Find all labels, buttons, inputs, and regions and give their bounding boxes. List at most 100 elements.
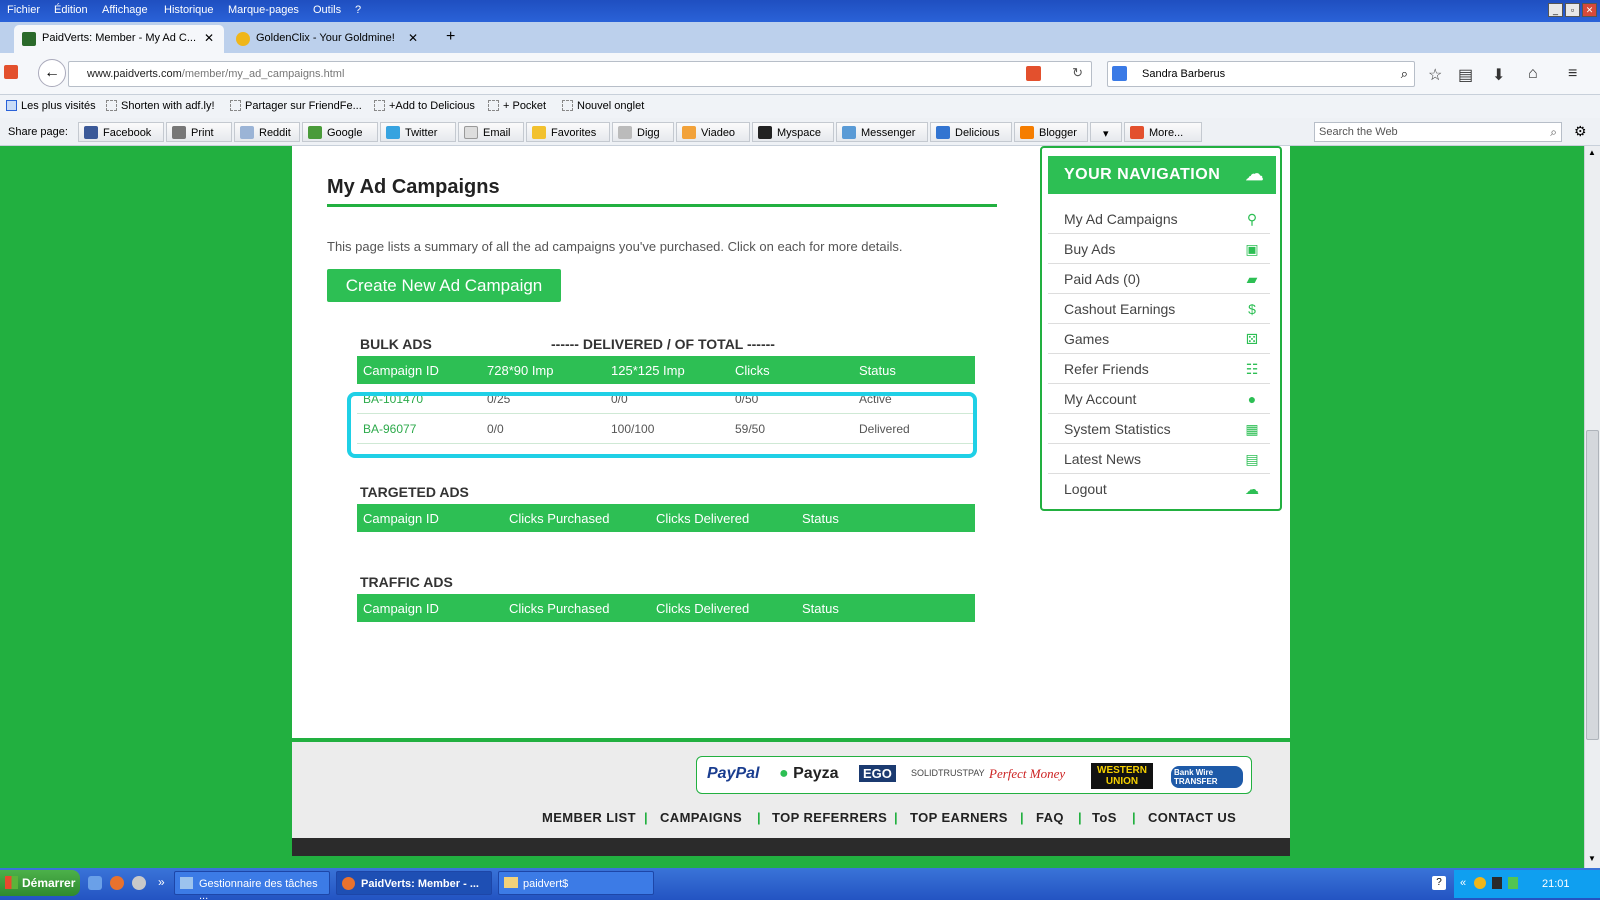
- quicklaunch-ie-icon[interactable]: [88, 876, 102, 890]
- help-icon[interactable]: ?: [1432, 876, 1446, 890]
- bookmark-delicious[interactable]: +Add to Delicious: [374, 100, 475, 112]
- quicklaunch-firefox-icon[interactable]: [110, 876, 124, 890]
- sidebar-item-paid-ads[interactable]: Paid Ads (0) ▰: [1048, 264, 1270, 294]
- web-search-input[interactable]: Search the Web ⌕: [1314, 122, 1562, 142]
- bookmark-most-visited[interactable]: Les plus visités: [6, 100, 96, 112]
- western-union-logo: WESTERN UNION: [1091, 763, 1153, 789]
- tray-network-icon[interactable]: [1508, 877, 1518, 889]
- task-gestionnaire[interactable]: Gestionnaire des tâches ...: [174, 871, 330, 900]
- bookmark-adfly[interactable]: Shorten with adf.ly!: [106, 100, 215, 112]
- task-label: Gestionnaire des tâches ...: [199, 878, 318, 900]
- tab-goldenclix[interactable]: GoldenClix - Your Goldmine! ✕: [228, 25, 428, 53]
- share-myspace-button[interactable]: Myspace: [752, 122, 834, 142]
- search-icon[interactable]: ⌕: [1401, 66, 1408, 82]
- menu-help[interactable]: ?: [355, 4, 361, 16]
- sidebar-item-logout[interactable]: Logout ☁: [1048, 474, 1270, 504]
- scrollbar-thumb[interactable]: [1586, 430, 1599, 740]
- menu-fichier[interactable]: Fichier: [7, 4, 40, 16]
- footer-link-member-list[interactable]: MEMBER LIST: [542, 810, 636, 825]
- url-domain: www.paidverts.com: [87, 68, 182, 80]
- share-email-button[interactable]: Email: [458, 122, 524, 142]
- create-campaign-button[interactable]: Create New Ad Campaign: [327, 269, 561, 302]
- maximize-button[interactable]: ▫: [1565, 3, 1580, 17]
- share-dropdown-button[interactable]: ▾: [1090, 122, 1122, 142]
- tray-app-icon[interactable]: [1474, 877, 1486, 889]
- bookmark-label: Partager sur FriendFe...: [245, 100, 362, 112]
- share-blogger-button[interactable]: Blogger: [1014, 122, 1088, 142]
- sidebar-item-system-statistics[interactable]: System Statistics ▦: [1048, 414, 1270, 444]
- sidebar-item-refer-friends[interactable]: Refer Friends ☷: [1048, 354, 1270, 384]
- footer-link-faq[interactable]: FAQ: [1036, 810, 1064, 825]
- bookmark-pocket[interactable]: + Pocket: [488, 100, 546, 112]
- share-messenger-button[interactable]: Messenger: [836, 122, 928, 142]
- footer-link-campaigns[interactable]: CAMPAIGNS: [660, 810, 742, 825]
- scroll-down-icon[interactable]: ▼: [1588, 854, 1596, 863]
- tab-paidverts[interactable]: PaidVerts: Member - My Ad C... ✕: [14, 25, 224, 53]
- share-more-button[interactable]: More...: [1124, 122, 1202, 142]
- scroll-up-icon[interactable]: ▲: [1588, 148, 1596, 157]
- tray-expand-icon[interactable]: «: [1460, 877, 1466, 889]
- share-button-label: More...: [1149, 127, 1184, 139]
- share-favorites-button[interactable]: Favorites: [526, 122, 610, 142]
- sidebar-item-latest-news[interactable]: Latest News ▤: [1048, 444, 1270, 474]
- task-paidvert-folder[interactable]: paidvert$: [498, 871, 654, 895]
- traffic-ads-title: TRAFFIC ADS: [360, 574, 453, 590]
- tray-volume-icon[interactable]: [1492, 877, 1502, 889]
- column-header: Status: [802, 601, 839, 616]
- quicklaunch-more-icon[interactable]: »: [158, 875, 165, 889]
- url-bar[interactable]: www.paidverts.com/member/my_ad_campaigns…: [68, 61, 1092, 87]
- footer-link-top-earners[interactable]: TOP EARNERS: [910, 810, 1008, 825]
- downloads-icon[interactable]: ⬇: [1492, 65, 1505, 85]
- footer-link-tos[interactable]: ToS: [1092, 810, 1117, 825]
- back-icon[interactable]: ←: [38, 59, 66, 87]
- bookmark-new-tab[interactable]: Nouvel onglet: [562, 100, 644, 112]
- bulk-ads-subtitle: ------ DELIVERED / OF TOTAL ------: [551, 336, 775, 352]
- bookmark-friendfeed[interactable]: Partager sur FriendFe...: [230, 100, 362, 112]
- minimize-button[interactable]: _: [1548, 3, 1563, 17]
- share-reddit-button[interactable]: Reddit: [234, 122, 300, 142]
- quicklaunch-chrome-icon[interactable]: [132, 876, 146, 890]
- vertical-scrollbar[interactable]: ▲ ▼: [1584, 146, 1600, 868]
- column-header: Status: [802, 511, 839, 526]
- share-twitter-button[interactable]: Twitter: [380, 122, 456, 142]
- sidebar-item-cashout-earnings[interactable]: Cashout Earnings $: [1048, 294, 1270, 324]
- share-facebook-button[interactable]: Facebook: [78, 122, 164, 142]
- share-viadeo-button[interactable]: Viadeo: [676, 122, 750, 142]
- bookmark-star-icon[interactable]: ☆: [1428, 65, 1442, 85]
- search-input[interactable]: Sandra Barberus ⌕: [1107, 61, 1415, 87]
- menu-affichage[interactable]: Affichage: [102, 4, 148, 16]
- close-tab-icon[interactable]: ✕: [408, 31, 418, 45]
- start-button[interactable]: Démarrer: [0, 870, 80, 896]
- sidebar-item-label: Cashout Earnings: [1064, 301, 1176, 317]
- task-paidverts[interactable]: PaidVerts: Member - ...: [336, 871, 492, 895]
- addthis-icon[interactable]: [1026, 66, 1041, 81]
- menu-historique[interactable]: Historique: [164, 4, 214, 16]
- sidebar-item-buy-ads[interactable]: Buy Ads ▣: [1048, 234, 1270, 264]
- home-icon[interactable]: ⌂: [1528, 65, 1538, 83]
- menu-edition[interactable]: Édition: [54, 4, 88, 16]
- search-icon[interactable]: ⌕: [1550, 125, 1557, 140]
- gear-icon[interactable]: ⚙: [1574, 123, 1587, 140]
- close-tab-icon[interactable]: ✕: [204, 31, 214, 45]
- footer-link-top-referrers[interactable]: TOP REFERRERS: [772, 810, 887, 825]
- reload-icon[interactable]: ↻: [1072, 65, 1083, 81]
- share-print-button[interactable]: Print: [166, 122, 232, 142]
- menu-outils[interactable]: Outils: [313, 4, 341, 16]
- share-digg-button[interactable]: Digg: [612, 122, 674, 142]
- sidebar-item-games[interactable]: Games ⚄: [1048, 324, 1270, 354]
- news-document-icon: ▤: [1245, 451, 1259, 467]
- menu-icon[interactable]: ≡: [1568, 65, 1577, 83]
- sidebar-item-my-account[interactable]: My Account ●: [1048, 384, 1270, 414]
- footer-separator: |: [757, 810, 762, 825]
- share-delicious-button[interactable]: Delicious: [930, 122, 1012, 142]
- addon-icon[interactable]: [4, 65, 18, 79]
- share-google-button[interactable]: Google: [302, 122, 378, 142]
- close-window-button[interactable]: ✕: [1582, 3, 1597, 17]
- footer-link-contact-us[interactable]: CONTACT US: [1148, 810, 1236, 825]
- sidebar-item-label: My Account: [1064, 391, 1137, 407]
- bookmarks-menu-icon[interactable]: ▤: [1458, 65, 1473, 85]
- sidebar-item-my-ad-campaigns[interactable]: My Ad Campaigns ⚲: [1048, 204, 1270, 234]
- sidebar-item-label: Latest News: [1064, 451, 1142, 467]
- menu-marque-pages[interactable]: Marque-pages: [228, 4, 299, 16]
- new-tab-icon[interactable]: +: [446, 28, 455, 46]
